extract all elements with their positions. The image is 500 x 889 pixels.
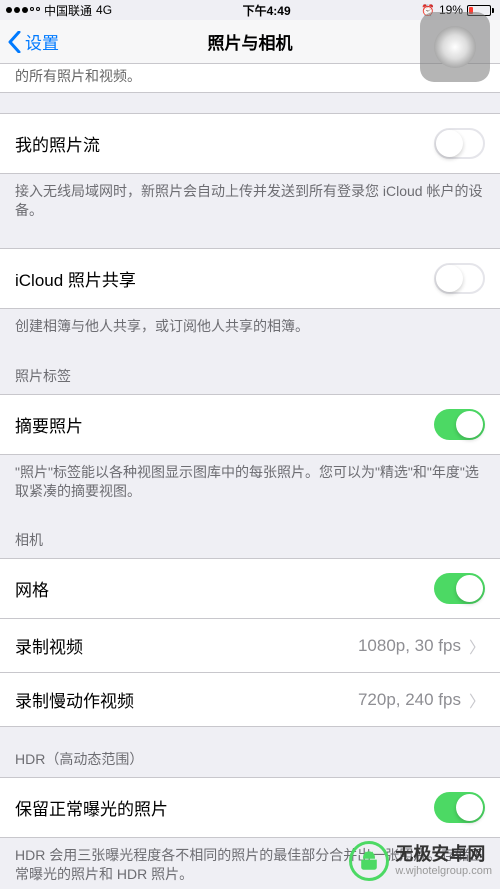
record-video-cell[interactable]: 录制视频 1080p, 30 fps 〉 bbox=[0, 619, 500, 673]
assistive-touch-icon bbox=[434, 26, 476, 68]
network-label: 4G bbox=[96, 3, 112, 17]
grid-cell[interactable]: 网格 bbox=[0, 558, 500, 619]
keep-normal-switch[interactable] bbox=[434, 792, 485, 823]
keep-normal-cell[interactable]: 保留正常曝光的照片 bbox=[0, 777, 500, 838]
icloud-share-footer: 创建相簿与他人共享，或订阅他人共享的相簿。 bbox=[0, 309, 500, 344]
back-button[interactable]: 设置 bbox=[8, 29, 59, 54]
photo-stream-switch[interactable] bbox=[434, 128, 485, 159]
photo-tab-header: 照片标签 bbox=[0, 344, 500, 394]
record-video-value: 1080p, 30 fps bbox=[358, 636, 461, 656]
summary-cell[interactable]: 摘要照片 bbox=[0, 394, 500, 455]
watermark-android-icon bbox=[349, 841, 389, 881]
watermark: 无极安卓网 w.wjhotelgroup.com bbox=[349, 841, 492, 881]
status-time: 下午4:49 bbox=[243, 2, 291, 19]
hdr-header: HDR（高动态范围） bbox=[0, 727, 500, 777]
camera-header: 相机 bbox=[0, 508, 500, 558]
icloud-share-switch[interactable] bbox=[434, 263, 485, 294]
signal-dots-icon bbox=[6, 7, 40, 13]
keep-normal-label: 保留正常曝光的照片 bbox=[15, 795, 168, 820]
record-slomo-label: 录制慢动作视频 bbox=[15, 687, 134, 712]
record-slomo-cell[interactable]: 录制慢动作视频 720p, 240 fps 〉 bbox=[0, 673, 500, 727]
watermark-title: 无极安卓网 bbox=[395, 844, 492, 866]
photo-stream-cell[interactable]: 我的照片流 bbox=[0, 113, 500, 174]
grid-switch[interactable] bbox=[434, 573, 485, 604]
back-label: 设置 bbox=[25, 29, 59, 54]
record-slomo-value: 720p, 240 fps bbox=[358, 690, 461, 710]
chevron-right-icon: 〉 bbox=[469, 688, 485, 712]
content[interactable]: 的所有照片和视频。 我的照片流 接入无线局域网时，新照片会自动上传并发送到所有登… bbox=[0, 64, 500, 889]
grid-label: 网格 bbox=[15, 576, 49, 601]
chevron-left-icon bbox=[8, 31, 21, 53]
chevron-right-icon: 〉 bbox=[469, 634, 485, 658]
record-video-label: 录制视频 bbox=[15, 633, 83, 658]
status-left: 中国联通 4G bbox=[6, 2, 112, 19]
summary-switch[interactable] bbox=[434, 409, 485, 440]
carrier-label: 中国联通 bbox=[44, 2, 92, 19]
icloud-share-cell[interactable]: iCloud 照片共享 bbox=[0, 248, 500, 309]
icloud-share-label: iCloud 照片共享 bbox=[15, 266, 136, 291]
watermark-url: w.wjhotelgroup.com bbox=[395, 865, 492, 878]
page-title: 照片与相机 bbox=[208, 29, 293, 54]
photo-tab-footer: "照片"标签能以各种视图显示图库中的每张照片。您可以为"精选"和"年度"选取紧凑… bbox=[0, 455, 500, 509]
photo-stream-footer: 接入无线局域网时，新照片会自动上传并发送到所有登录您 iCloud 帐户的设备。 bbox=[0, 174, 500, 228]
assistive-touch-button[interactable] bbox=[420, 12, 490, 82]
summary-label: 摘要照片 bbox=[15, 412, 83, 437]
photo-stream-label: 我的照片流 bbox=[15, 131, 100, 156]
